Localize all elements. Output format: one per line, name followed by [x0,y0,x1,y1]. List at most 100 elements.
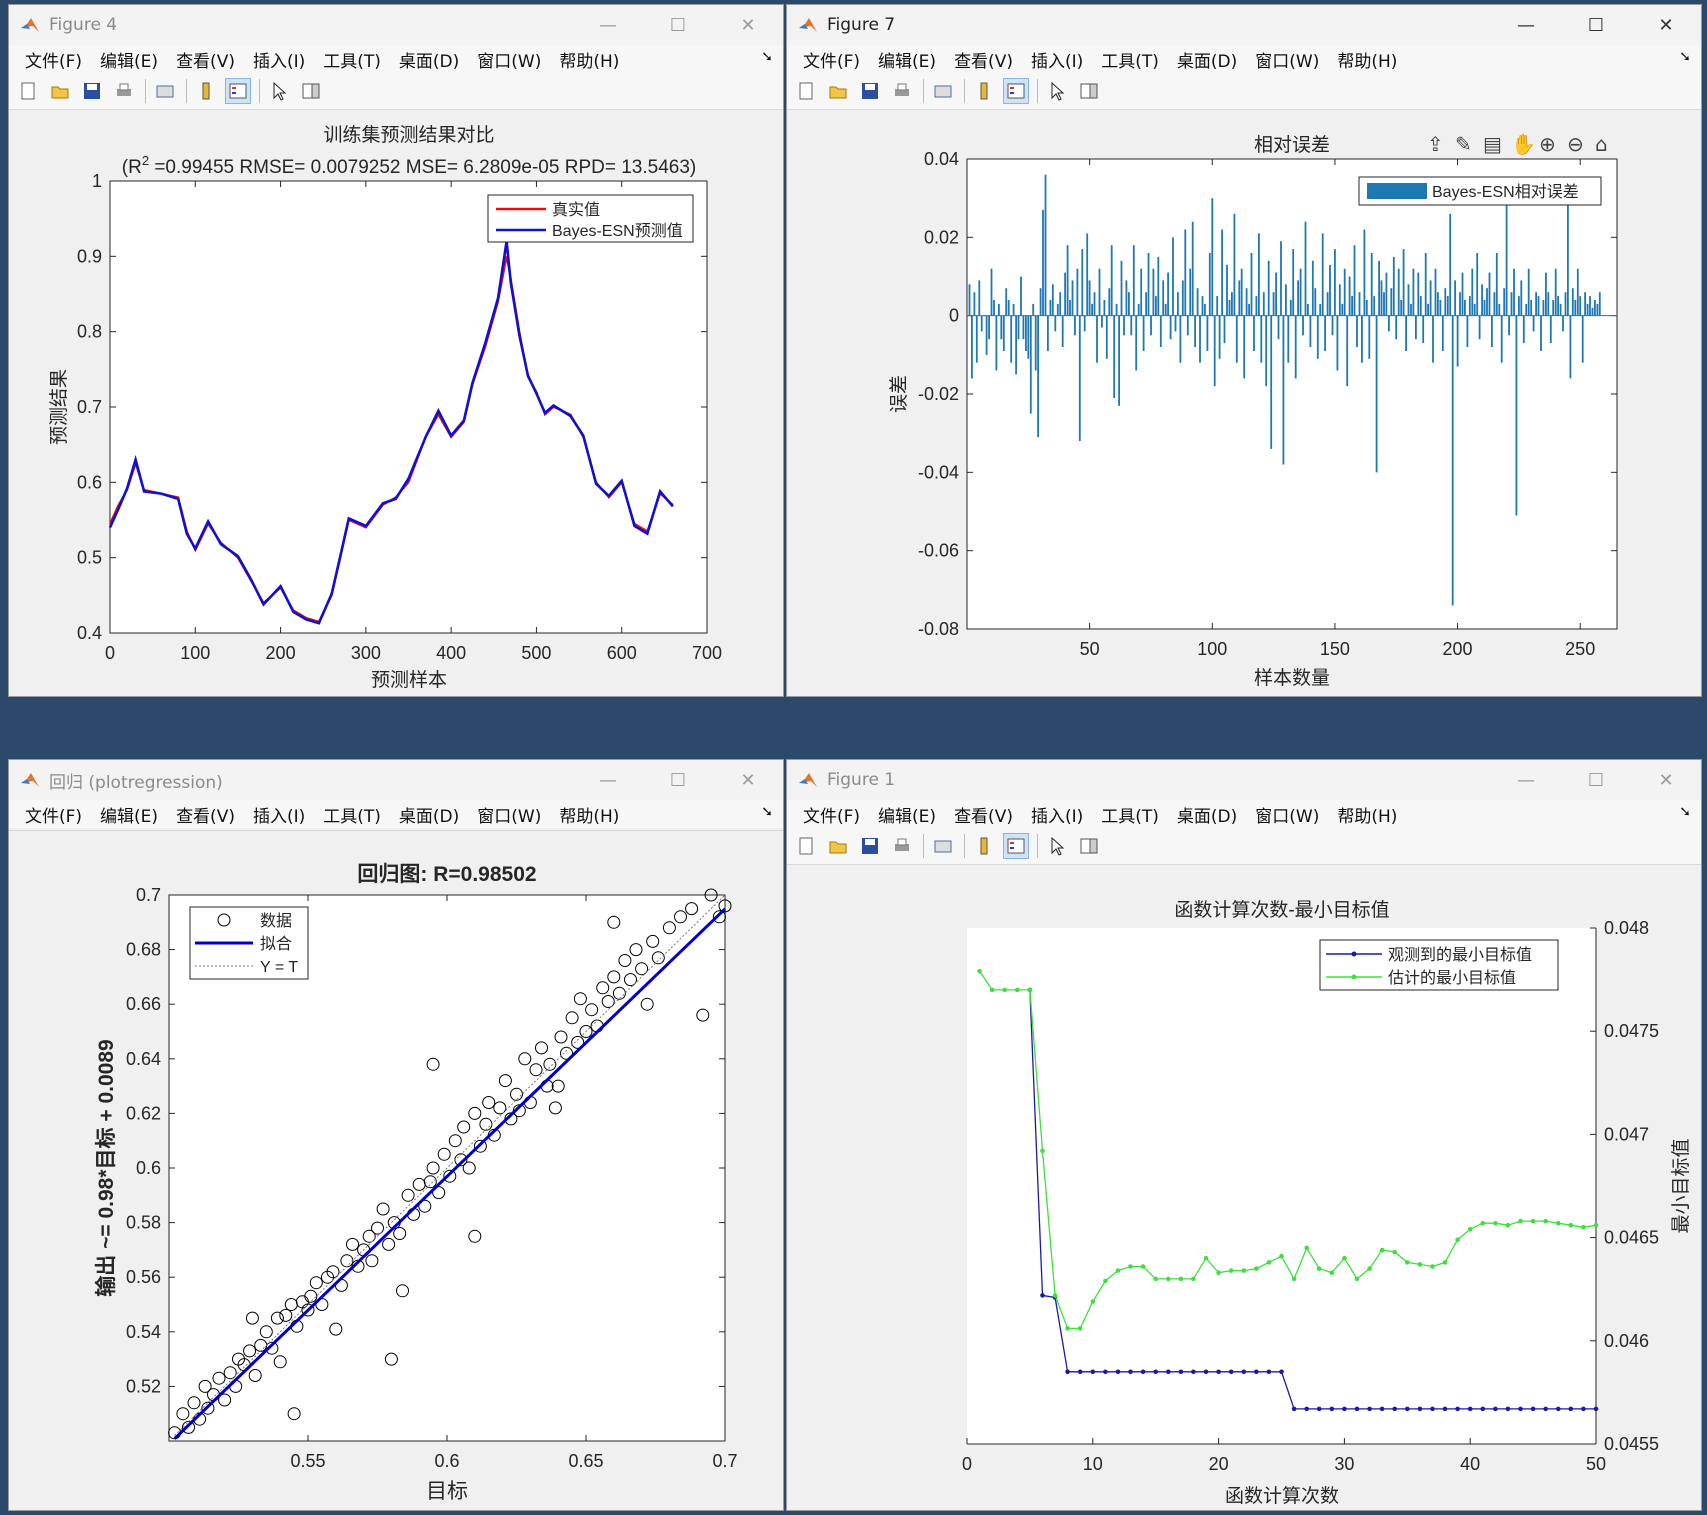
legend-icon[interactable] [1003,78,1029,104]
menu-help[interactable]: 帮助(H) [1329,802,1405,827]
menu-edit[interactable]: 编辑(E) [92,47,166,72]
pan-hand-icon[interactable]: ✋ [1511,132,1536,156]
new-figure-icon[interactable] [15,78,41,104]
menu-desktop[interactable]: 桌面(D) [1169,47,1245,72]
zoom-out-icon[interactable]: ⊖ [1567,132,1584,156]
property-editor-icon[interactable] [298,78,324,104]
dock-arrow-icon[interactable]: ➘ [761,804,773,820]
dock-arrow-icon[interactable]: ➘ [1679,804,1691,820]
dock-arrow-icon[interactable]: ➘ [1679,49,1691,65]
menu-window[interactable]: 窗口(W) [1247,47,1327,72]
figure4-window[interactable]: Figure 4 — ☐ ✕ 文件(F) 编辑(E) 查看(V) 插入(I) 工… [8,4,784,697]
y-axis-label: 预测结果 [48,369,70,445]
print-icon[interactable] [889,78,915,104]
menu-help[interactable]: 帮助(H) [551,802,627,827]
close-button[interactable]: ✕ [713,5,783,45]
colorbar-icon[interactable] [193,78,219,104]
menu-insert[interactable]: 插入(I) [245,47,313,72]
menu-window[interactable]: 窗口(W) [469,802,549,827]
menu-view[interactable]: 查看(V) [168,802,243,827]
error-bar [1569,315,1572,379]
open-folder-icon[interactable] [47,78,73,104]
error-bar [1142,315,1145,351]
menu-insert[interactable]: 插入(I) [1023,47,1091,72]
menu-tools[interactable]: 工具(T) [1093,802,1167,827]
menu-window[interactable]: 窗口(W) [1247,802,1327,827]
figure4-titlebar[interactable]: Figure 4 — ☐ ✕ [9,5,783,45]
menu-view[interactable]: 查看(V) [946,802,1021,827]
legend-icon[interactable] [1003,833,1029,859]
link-plot-icon[interactable] [152,78,178,104]
error-bar [1464,300,1466,316]
figure1-window[interactable]: Figure 1 — ☐ ✕ 文件(F) 编辑(E) 查看(V) 插入(I) 工… [786,759,1702,1511]
property-editor-icon[interactable] [1076,78,1102,104]
figure7-window[interactable]: Figure 7 — ☐ ✕ 文件(F) 编辑(E) 查看(V) 插入(I) 工… [786,4,1702,697]
menu-desktop[interactable]: 桌面(D) [1169,802,1245,827]
save-icon[interactable] [79,78,105,104]
minimize-button[interactable]: — [573,760,643,800]
regression-titlebar[interactable]: 回归 (plotregression) — ☐ ✕ [9,760,783,800]
new-figure-icon[interactable] [793,78,819,104]
series-marker-0 [1505,1406,1511,1412]
close-button[interactable]: ✕ [713,760,783,800]
maximize-button[interactable]: ☐ [643,760,713,800]
save-icon[interactable] [857,78,883,104]
minimize-button[interactable]: — [1491,5,1561,45]
print-icon[interactable] [111,78,137,104]
menu-tools[interactable]: 工具(T) [315,802,389,827]
minimize-button[interactable]: — [1491,760,1561,800]
menu-insert[interactable]: 插入(I) [245,802,313,827]
menu-desktop[interactable]: 桌面(D) [391,802,467,827]
maximize-button[interactable]: ☐ [1561,5,1631,45]
pointer-icon[interactable] [1044,78,1070,104]
export-icon[interactable]: ⇪ [1427,132,1444,156]
menu-file[interactable]: 文件(F) [795,47,868,72]
minimize-button[interactable]: — [573,5,643,45]
pointer-icon[interactable] [266,78,292,104]
menu-view[interactable]: 查看(V) [946,47,1021,72]
datatip-icon[interactable]: ▤ [1483,132,1502,156]
menu-window[interactable]: 窗口(W) [469,47,549,72]
open-folder-icon[interactable] [825,78,851,104]
dock-arrow-icon[interactable]: ➘ [761,49,773,65]
menu-edit[interactable]: 编辑(E) [92,802,166,827]
print-icon[interactable] [889,833,915,859]
menu-tools[interactable]: 工具(T) [1093,47,1167,72]
menu-edit[interactable]: 编辑(E) [870,802,944,827]
pointer-icon[interactable] [1044,833,1070,859]
legend-icon[interactable] [225,78,251,104]
figure1-titlebar[interactable]: Figure 1 — ☐ ✕ [787,760,1701,800]
regression-window[interactable]: 回归 (plotregression) — ☐ ✕ 文件(F) 编辑(E) 查看… [8,759,784,1511]
colorbar-icon[interactable] [971,78,997,104]
menu-desktop[interactable]: 桌面(D) [391,47,467,72]
zoom-in-icon[interactable]: ⊕ [1539,132,1556,156]
close-button[interactable]: ✕ [1631,760,1701,800]
menu-tools[interactable]: 工具(T) [315,47,389,72]
maximize-button[interactable]: ☐ [1561,760,1631,800]
link-plot-icon[interactable] [930,833,956,859]
brush-icon[interactable]: ✎ [1455,132,1472,156]
figure7-titlebar[interactable]: Figure 7 — ☐ ✕ [787,5,1701,45]
error-bar [1272,292,1275,316]
menu-view[interactable]: 查看(V) [168,47,243,72]
save-icon[interactable] [857,833,883,859]
menu-file[interactable]: 文件(F) [795,802,868,827]
open-folder-icon[interactable] [825,833,851,859]
home-icon[interactable]: ⌂ [1595,132,1608,156]
menu-help[interactable]: 帮助(H) [551,47,627,72]
menu-file[interactable]: 文件(F) [17,802,90,827]
menu-help[interactable]: 帮助(H) [1329,47,1405,72]
colorbar-icon[interactable] [971,833,997,859]
link-plot-icon[interactable] [930,78,956,104]
menu-insert[interactable]: 插入(I) [1023,802,1091,827]
maximize-button[interactable]: ☐ [643,5,713,45]
menu-edit[interactable]: 编辑(E) [870,47,944,72]
menu-file[interactable]: 文件(F) [17,47,90,72]
close-button[interactable]: ✕ [1631,5,1701,45]
error-bar [1488,272,1491,316]
property-editor-icon[interactable] [1076,833,1102,859]
error-bar [1105,315,1108,359]
new-figure-icon[interactable] [793,833,819,859]
series-marker-1 [977,969,982,974]
error-bar [973,292,976,316]
